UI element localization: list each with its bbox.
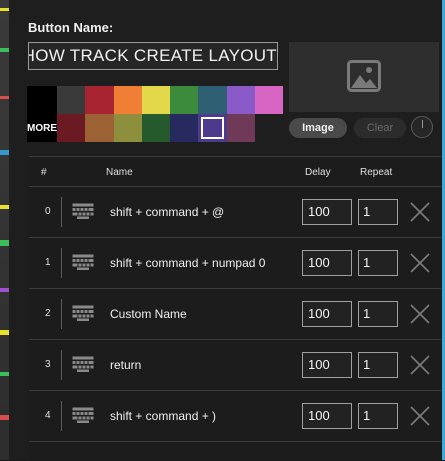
clear-button[interactable]: Clear: [354, 118, 406, 138]
delete-row-button[interactable]: [409, 354, 431, 381]
color-swatch[interactable]: [141, 114, 170, 142]
repeat-input[interactable]: 1: [358, 352, 398, 378]
delay-input[interactable]: 100: [302, 250, 352, 276]
repeat-input[interactable]: 1: [358, 250, 398, 276]
color-swatch[interactable]: [226, 114, 255, 142]
header-name: Name: [106, 167, 133, 178]
header-repeat: Repeat: [360, 167, 393, 178]
row-divider: [61, 248, 62, 278]
delay-input[interactable]: 100: [302, 199, 352, 225]
close-icon: [410, 202, 430, 222]
color-swatch[interactable]: [57, 114, 86, 142]
delete-row-button[interactable]: [409, 201, 431, 228]
color-swatch[interactable]: [198, 86, 227, 114]
more-colors-button[interactable]: MORE: [27, 114, 57, 142]
delay-input[interactable]: 100: [302, 301, 352, 327]
row-name[interactable]: shift + command + ): [110, 409, 216, 423]
row-divider: [61, 197, 62, 227]
button-name-field[interactable]: SHOW TRACK CREATE LAYOUT: [28, 42, 278, 70]
keyboard-icon: [72, 203, 94, 219]
row-index: 2: [45, 308, 51, 319]
close-icon: [410, 355, 430, 375]
repeat-input[interactable]: 1: [358, 301, 398, 327]
delay-input[interactable]: 100: [302, 403, 352, 429]
close-icon: [410, 304, 430, 324]
table-header: # Name Delay Repeat: [29, 157, 441, 187]
row-name[interactable]: shift + command + numpad 0: [110, 256, 265, 270]
image-button[interactable]: Image: [289, 118, 347, 138]
action-table: # Name Delay Repeat 0 shift + command + @…: [29, 156, 441, 461]
image-preview[interactable]: [289, 42, 439, 112]
color-swatch[interactable]: [141, 86, 170, 114]
row-type-icon: [72, 203, 94, 224]
header-index: #: [41, 167, 47, 178]
color-swatch[interactable]: [57, 86, 86, 114]
button-editor-panel: Button Name: SHOW TRACK CREATE LAYOUT MO…: [9, 0, 442, 461]
color-swatch[interactable]: [113, 86, 142, 114]
table-row[interactable]: 3 return 100 1: [29, 340, 441, 391]
delete-row-button[interactable]: [409, 405, 431, 432]
keyboard-icon: [72, 356, 94, 372]
row-type-icon: [72, 254, 94, 275]
color-swatch[interactable]: [170, 86, 199, 114]
color-swatch[interactable]: [226, 86, 255, 114]
color-swatch[interactable]: [85, 114, 114, 142]
row-type-icon: [72, 356, 94, 377]
keyboard-icon: [72, 407, 94, 423]
repeat-input[interactable]: 1: [358, 199, 398, 225]
table-row[interactable]: 2 Custom Name 100 1: [29, 289, 441, 340]
delete-row-button[interactable]: [409, 252, 431, 279]
button-name-value: SHOW TRACK CREATE LAYOUT: [28, 46, 277, 65]
row-type-icon: [72, 407, 94, 428]
image-icon: [347, 60, 381, 92]
close-icon: [410, 406, 430, 426]
table-row[interactable]: 0 shift + command + @ 100 1: [29, 187, 441, 238]
row-divider: [61, 299, 62, 329]
row-name[interactable]: Custom Name: [110, 307, 187, 321]
background-track-strip: [0, 0, 9, 460]
row-index: 1: [45, 257, 51, 268]
keyboard-icon: [72, 254, 94, 270]
row-name[interactable]: return: [110, 358, 141, 372]
dial-knob[interactable]: [411, 116, 433, 138]
table-row[interactable]: 4 shift + command + ) 100 1: [29, 391, 441, 442]
color-swatch[interactable]: [254, 86, 283, 114]
close-icon: [410, 253, 430, 273]
button-name-label: Button Name:: [28, 20, 114, 35]
row-name[interactable]: shift + command + @: [110, 205, 224, 219]
color-swatch-selected[interactable]: [198, 114, 227, 142]
delete-row-button[interactable]: [409, 303, 431, 330]
row-divider: [61, 350, 62, 380]
delay-input[interactable]: 100: [302, 352, 352, 378]
color-swatch[interactable]: [85, 86, 114, 114]
table-row[interactable]: 1 shift + command + numpad 0 100 1: [29, 238, 441, 289]
color-swatch[interactable]: [113, 114, 142, 142]
color-palette: MORE: [27, 86, 283, 142]
repeat-input[interactable]: 1: [358, 403, 398, 429]
row-divider: [61, 401, 62, 431]
row-type-icon: [72, 305, 94, 326]
row-index: 0: [45, 206, 51, 217]
header-delay: Delay: [305, 167, 331, 178]
color-swatch[interactable]: [27, 86, 57, 114]
row-index: 4: [45, 410, 51, 421]
row-index: 3: [45, 359, 51, 370]
keyboard-icon: [72, 305, 94, 321]
color-swatch[interactable]: [170, 114, 199, 142]
